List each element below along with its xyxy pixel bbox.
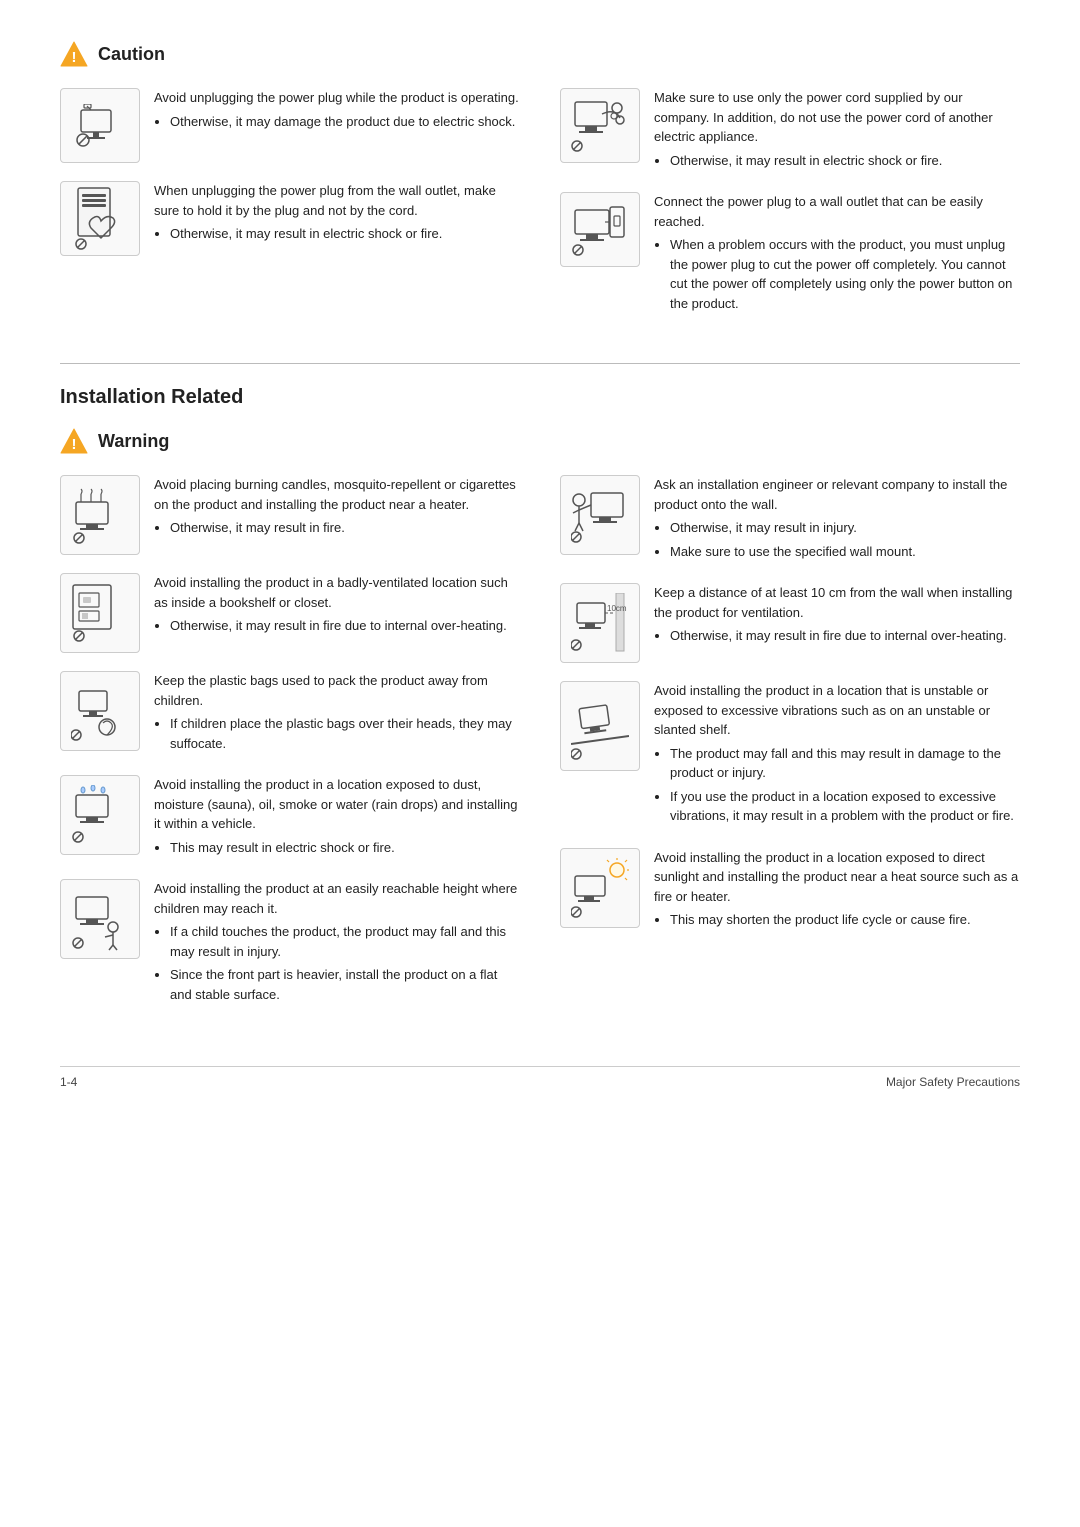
caution-item-2: When unplugging the power plug from the …	[60, 181, 520, 256]
inst-img-7: 10cm	[560, 583, 640, 663]
caution-title: ! Caution	[60, 40, 1020, 68]
caution-img-3	[560, 88, 640, 163]
inst-img-9	[560, 848, 640, 928]
caution-text-3: Make sure to use only the power cord sup…	[654, 88, 1020, 174]
inst-item-7: 10cm Keep a distance of at least 10 cm f…	[560, 583, 1020, 663]
inst-img-2	[60, 573, 140, 653]
inst-text-5: Avoid installing the product at an easil…	[154, 879, 520, 1008]
section-divider	[60, 363, 1020, 364]
inst-item-3: Keep the plastic bags used to pack the p…	[60, 671, 520, 757]
caution-section: ! Caution	[60, 40, 1020, 335]
warning-icon: !	[60, 427, 88, 455]
inst-item-9: Avoid installing the product in a locati…	[560, 848, 1020, 934]
footer-page-number: 1-4	[60, 1075, 77, 1089]
caution-icon: !	[60, 40, 88, 68]
caution-text-2: When unplugging the power plug from the …	[154, 181, 520, 248]
caution-img-4	[560, 192, 640, 267]
inst-text-3: Keep the plastic bags used to pack the p…	[154, 671, 520, 757]
inst-img-6	[560, 475, 640, 555]
inst-img-5	[60, 879, 140, 959]
inst-item-4: Avoid installing the product in a locati…	[60, 775, 520, 861]
installation-left-col: Avoid placing burning candles, mosquito-…	[60, 475, 520, 1026]
installation-content: Avoid placing burning candles, mosquito-…	[60, 475, 1020, 1026]
caution-img-1	[60, 88, 140, 163]
footer: 1-4 Major Safety Precautions	[60, 1066, 1020, 1089]
inst-item-1: Avoid placing burning candles, mosquito-…	[60, 475, 520, 555]
warning-title: ! Warning	[60, 427, 1020, 455]
caution-item-4: Connect the power plug to a wall outlet …	[560, 192, 1020, 317]
inst-item-2: Avoid installing the product in a badly-…	[60, 573, 520, 653]
inst-item-8: Avoid installing the product in a locati…	[560, 681, 1020, 830]
caution-item-3: Make sure to use only the power cord sup…	[560, 88, 1020, 174]
svg-text:!: !	[72, 49, 77, 66]
caution-item-1: Avoid unplugging the power plug while th…	[60, 88, 520, 163]
inst-img-8	[560, 681, 640, 771]
inst-text-9: Avoid installing the product in a locati…	[654, 848, 1020, 934]
inst-text-8: Avoid installing the product in a locati…	[654, 681, 1020, 830]
caution-content: Avoid unplugging the power plug while th…	[60, 88, 1020, 335]
inst-item-5: Avoid installing the product at an easil…	[60, 879, 520, 1008]
caution-text-1: Avoid unplugging the power plug while th…	[154, 88, 520, 135]
installation-section: Installation Related ! Warning	[60, 386, 1020, 1026]
inst-img-4	[60, 775, 140, 855]
installation-title: Installation Related	[60, 386, 1020, 409]
installation-right-col: Ask an installation engineer or relevant…	[560, 475, 1020, 1026]
svg-text:!: !	[72, 436, 77, 453]
inst-item-6: Ask an installation engineer or relevant…	[560, 475, 1020, 565]
caution-text-4: Connect the power plug to a wall outlet …	[654, 192, 1020, 317]
inst-text-4: Avoid installing the product in a locati…	[154, 775, 520, 861]
inst-text-1: Avoid placing burning candles, mosquito-…	[154, 475, 520, 542]
caution-right-col: Make sure to use only the power cord sup…	[560, 88, 1020, 335]
inst-img-3	[60, 671, 140, 751]
caution-img-2	[60, 181, 140, 256]
caution-left-col: Avoid unplugging the power plug while th…	[60, 88, 520, 335]
footer-section-label: Major Safety Precautions	[886, 1075, 1020, 1089]
inst-text-6: Ask an installation engineer or relevant…	[654, 475, 1020, 565]
svg-text:10cm: 10cm	[607, 604, 627, 613]
inst-text-2: Avoid installing the product in a badly-…	[154, 573, 520, 640]
inst-text-7: Keep a distance of at least 10 cm from t…	[654, 583, 1020, 650]
inst-img-1	[60, 475, 140, 555]
